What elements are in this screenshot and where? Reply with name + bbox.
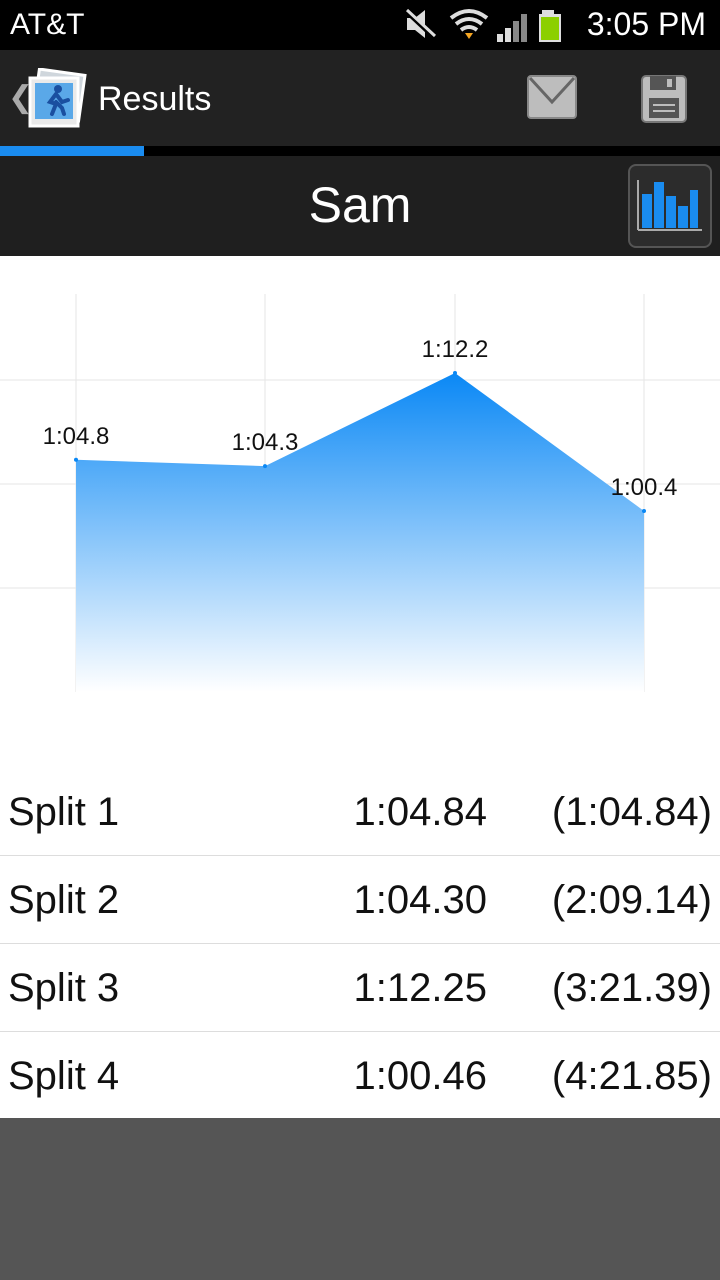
- split-time: 1:04.30: [353, 878, 487, 922]
- split-label: Split 2: [8, 878, 120, 922]
- split-label: Split 3: [8, 966, 120, 1010]
- split-time: 1:00.46: [353, 1054, 487, 1098]
- split-row[interactable]: Split 3 1:12.25 (3:21.39): [0, 944, 720, 1032]
- split-cumulative-time: (1:04.84): [551, 790, 712, 834]
- splits-list: Split 1 1:04.84 (1:04.84) Split 2 1:04.30 (2:…: [0, 768, 720, 1119]
- data-point: [642, 509, 646, 514]
- split-cumulative-time: (2:09.14): [551, 878, 712, 922]
- data-label: 1:12.2: [422, 336, 489, 363]
- chart-toggle-button[interactable]: [628, 164, 712, 248]
- data-point: [263, 464, 267, 469]
- runner-app-icon[interactable]: [26, 68, 88, 130]
- wifi-icon: [449, 9, 489, 39]
- data-point: [74, 457, 78, 462]
- data-label: 1:04.8: [43, 423, 110, 450]
- action-bar: ❮ Results: [0, 50, 720, 146]
- runner-name: Sam: [308, 177, 412, 233]
- tab-indicator: [0, 146, 144, 156]
- mail-icon[interactable]: [520, 70, 584, 126]
- save-icon[interactable]: [634, 70, 694, 130]
- status-icons: [405, 8, 561, 42]
- split-cumulative-time: (4:21.85): [551, 1054, 712, 1098]
- mute-icon: [405, 8, 437, 40]
- split-label: Split 1: [8, 790, 120, 834]
- bar-chart-icon: [637, 180, 702, 231]
- split-row[interactable]: Split 2 1:04.30 (2:09.14): [0, 856, 720, 944]
- split-row[interactable]: Split 4 1:00.46 (4:21.85): [0, 1032, 720, 1119]
- carrier-label: AT&T: [10, 8, 85, 41]
- data-label: 1:04.3: [232, 429, 299, 456]
- battery-icon: [539, 10, 561, 42]
- results-screen: AT&T 3:05 PM ❮ Results Sam 1:04.8 1:04.3…: [0, 0, 720, 1280]
- results-content: 1:04.8 1:04.3 1:12.2 1:00.4 Split 1 1:04.84 (…: [0, 256, 720, 1118]
- signal-icon: [497, 14, 527, 42]
- split-area-chart: 1:04.8 1:04.3 1:12.2 1:00.4: [0, 294, 720, 692]
- split-area-series: [76, 373, 644, 692]
- clock: 3:05 PM: [586, 6, 706, 42]
- screen-title: Results: [98, 80, 212, 118]
- tab-progress-strip: [0, 146, 720, 156]
- data-label: 1:00.4: [611, 474, 678, 501]
- data-point: [453, 371, 457, 376]
- split-label: Split 4: [8, 1054, 120, 1098]
- split-cumulative-time: (3:21.39): [551, 966, 712, 1010]
- status-bar: AT&T 3:05 PM: [0, 0, 720, 50]
- split-row[interactable]: Split 1 1:04.84 (1:04.84): [0, 768, 720, 856]
- split-time: 1:04.84: [353, 790, 487, 834]
- split-time: 1:12.25: [353, 966, 487, 1010]
- runner-header: Sam: [0, 156, 720, 256]
